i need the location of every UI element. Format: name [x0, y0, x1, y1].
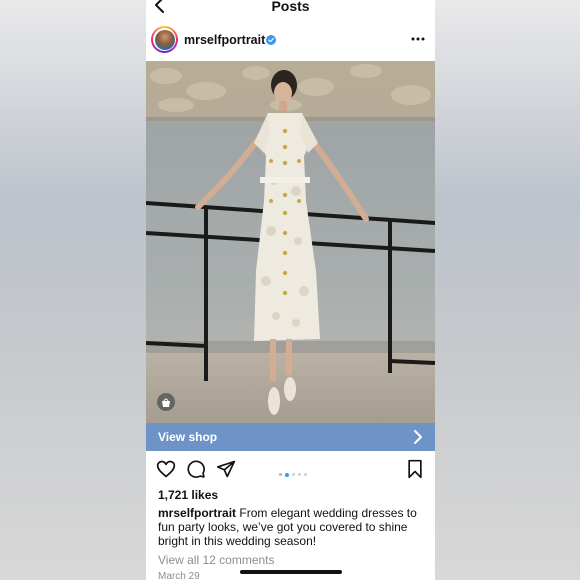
background-blur-right	[434, 0, 580, 580]
post-header: mrselfportrait	[146, 22, 435, 60]
verified-icon	[266, 35, 276, 45]
avatar-image	[154, 29, 175, 50]
view-shop-button[interactable]: View shop	[146, 423, 435, 451]
view-comments-link[interactable]: View all 12 comments	[158, 553, 275, 567]
post-image[interactable]	[146, 61, 435, 423]
action-bar	[146, 456, 435, 482]
top-bar: Posts	[146, 0, 435, 20]
post-caption: mrselfportrait From elegant wedding dres…	[158, 506, 426, 548]
bookmark-icon[interactable]	[405, 459, 425, 479]
home-indicator[interactable]	[240, 570, 342, 574]
comment-icon[interactable]	[186, 459, 206, 479]
carousel-indicator	[279, 466, 310, 477]
view-shop-label: View shop	[158, 430, 218, 444]
heart-icon[interactable]	[156, 459, 176, 479]
instagram-post-screen: Posts mrselfportrait View shop 1,721 lik…	[146, 0, 435, 580]
avatar[interactable]	[151, 26, 178, 53]
share-icon[interactable]	[216, 459, 236, 479]
post-photo-illustration	[146, 61, 435, 423]
background-blur-left	[0, 0, 146, 580]
chevron-right-icon	[414, 430, 422, 444]
post-username[interactable]: mrselfportrait	[184, 33, 265, 47]
more-icon[interactable]	[411, 37, 425, 41]
page-title: Posts	[271, 0, 310, 14]
caption-username[interactable]: mrselfportrait	[158, 506, 236, 520]
post-date: March 29	[158, 571, 200, 580]
likes-count[interactable]: 1,721 likes	[158, 488, 218, 502]
